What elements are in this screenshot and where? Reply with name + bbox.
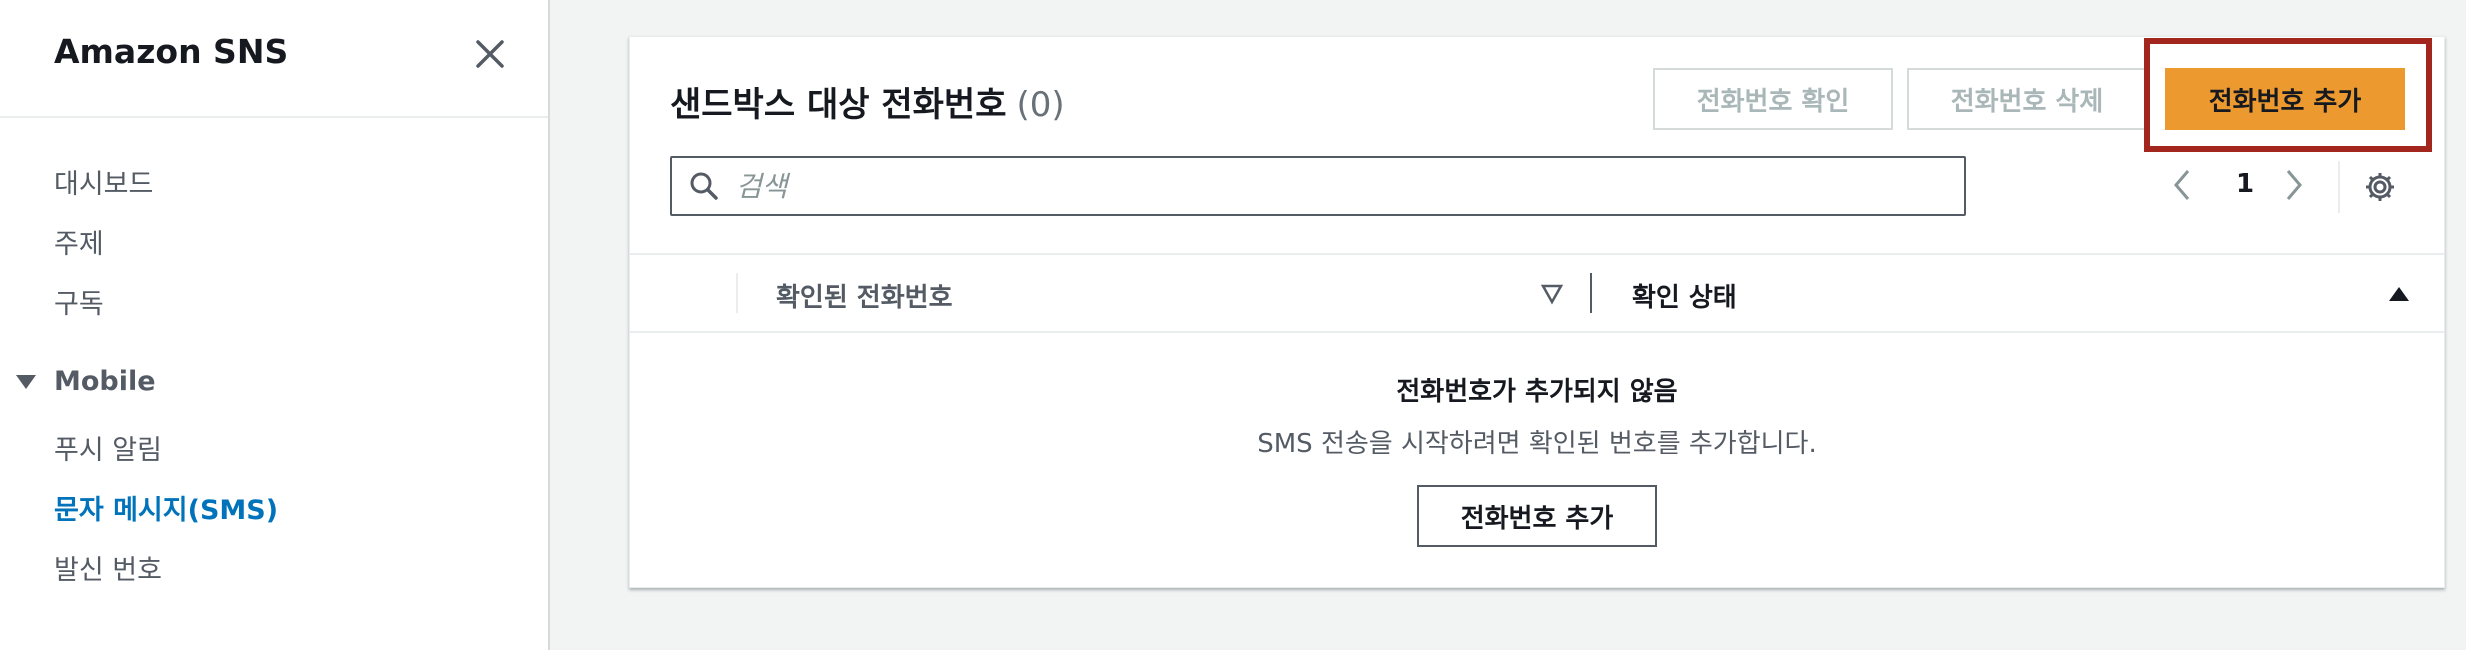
item-count: (0) [1016,85,1065,125]
sandbox-phone-numbers-panel: 샌드박스 대상 전화번호 (0) 전화번호 확인 전화번호 삭제 전화번호 추가 … [629,36,2445,588]
sidebar-item-topics[interactable]: 주제 [54,222,104,261]
search-field[interactable] [670,156,1966,216]
sidebar-item-origination-numbers[interactable]: 발신 번호 [54,548,162,587]
empty-state-description: SMS 전송을 시작하려면 확인된 번호를 추가합니다. [1257,429,1817,459]
sidebar-item-dashboard[interactable]: 대시보드 [54,162,153,201]
add-phone-button[interactable]: 전화번호 추가 [2165,68,2405,130]
column-header-verification-status[interactable]: 확인 상태 [1632,277,1737,314]
current-page[interactable]: 1 [2236,169,2254,199]
panel-title: 샌드박스 대상 전화번호 (0) [670,77,1065,126]
panel-title-text: 샌드박스 대상 전화번호 [670,85,1007,125]
table-header: 확인된 전화번호 확인 상태 [630,253,2444,333]
sidebar: Amazon SNS 대시보드 주제 구독 Mobile 푸시 알림 문자 메시… [0,0,550,650]
delete-phone-button[interactable]: 전화번호 삭제 [1907,68,2147,130]
close-icon[interactable] [470,34,510,74]
settings-gear-icon[interactable] [2363,170,2397,211]
column-header-verified-number[interactable]: 확인된 전화번호 [776,277,953,314]
caret-down-icon [16,374,36,389]
column-resize-handle[interactable] [1590,273,1592,313]
sidebar-header: Amazon SNS [0,0,548,118]
verify-phone-button[interactable]: 전화번호 확인 [1653,68,1893,130]
sidebar-item-push-notifications[interactable]: 푸시 알림 [54,428,162,467]
pager-divider [2338,161,2340,213]
sort-ascending-icon[interactable] [2388,285,2410,307]
sidebar-item-subscriptions[interactable]: 구독 [54,282,104,321]
sidebar-title: Amazon SNS [54,32,289,71]
previous-page-icon[interactable] [2170,167,2194,210]
sidebar-item-text-messaging[interactable]: 문자 메시지(SMS) [54,488,278,527]
column-divider [736,273,738,313]
sidebar-section-mobile[interactable]: Mobile [16,366,156,397]
empty-state-title: 전화번호가 추가되지 않음 [1396,377,1678,407]
next-page-icon[interactable] [2282,167,2306,210]
sort-descending-icon[interactable] [1540,283,1564,309]
empty-state-add-phone-button[interactable]: 전화번호 추가 [1417,485,1657,547]
sidebar-section-label: Mobile [54,366,156,397]
search-input[interactable] [734,168,1918,204]
search-icon [690,172,718,200]
